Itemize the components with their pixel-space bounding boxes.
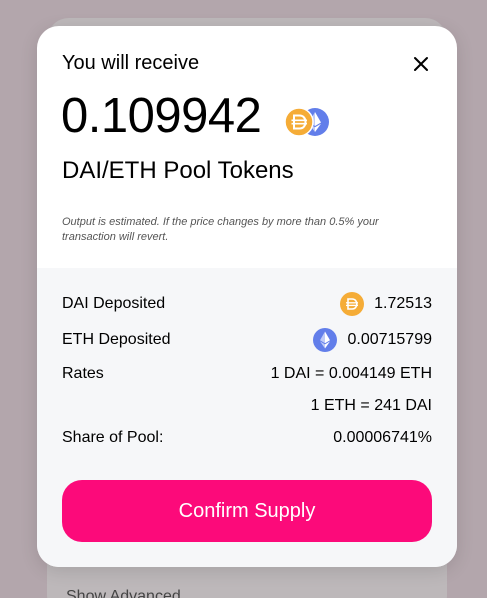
slippage-disclaimer: Output is estimated. If the price change…	[62, 216, 379, 243]
dai-deposited-row: DAI Deposited 1.72513	[62, 292, 432, 316]
eth-deposited-label: ETH Deposited	[62, 331, 171, 348]
share-of-pool-row: Share of Pool: 0.00006741%	[62, 426, 432, 450]
modal-title: You will receive	[62, 52, 200, 74]
confirm-supply-modal: You will receive 0.109942 DAI/ETH Pool T…	[37, 26, 457, 567]
rates-row-secondary: 1 ETH = 241 DAI	[62, 394, 432, 418]
close-icon	[414, 57, 428, 71]
dai-icon	[284, 107, 314, 137]
rates-row: Rates 1 DAI = 0.004149 ETH	[62, 362, 432, 386]
confirm-supply-button[interactable]: Confirm Supply	[62, 480, 432, 542]
rates-label: Rates	[62, 365, 104, 382]
show-advanced-text: Show Advanced	[66, 588, 181, 598]
dai-deposited-label: DAI Deposited	[62, 295, 166, 312]
share-of-pool-value: 0.00006741%	[333, 429, 432, 446]
pool-token-amount: 0.109942	[61, 89, 262, 143]
pool-token-name: DAI/ETH Pool Tokens	[62, 157, 294, 184]
rate-eth-dai: 1 ETH = 241 DAI	[310, 397, 432, 414]
share-of-pool-label: Share of Pool:	[62, 429, 164, 446]
dai-icon	[340, 292, 365, 316]
eth-deposited-value: 0.00715799	[347, 331, 432, 348]
eth-icon	[313, 328, 338, 352]
eth-deposited-row: ETH Deposited 0.00715799	[62, 328, 432, 352]
rate-dai-eth: 1 DAI = 0.004149 ETH	[270, 365, 432, 382]
dai-deposited-value: 1.72513	[374, 295, 432, 312]
close-button[interactable]	[409, 52, 433, 76]
dai-eth-double-logo	[284, 107, 329, 137]
